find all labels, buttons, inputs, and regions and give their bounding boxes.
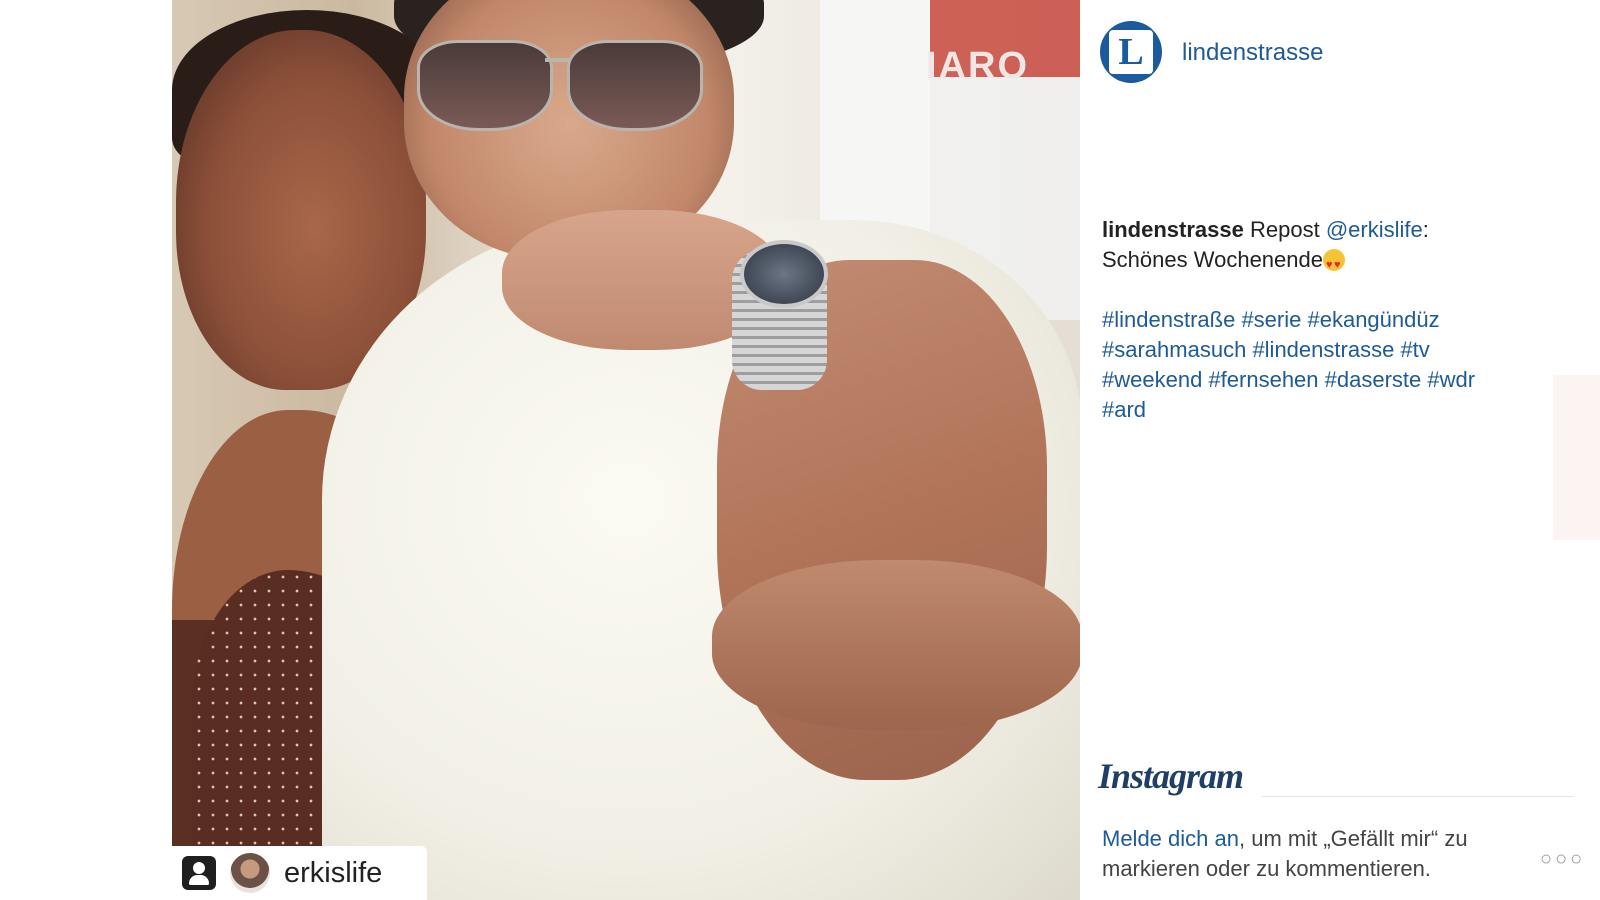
account-username[interactable]: lindenstrasse [1182, 39, 1323, 67]
repost-credit[interactable]: erkislife [172, 846, 427, 900]
post-side-panel: L lindenstrasse lindenstrasse Repost @er… [1080, 0, 1600, 900]
hashtag-link[interactable]: #tv [1400, 337, 1429, 362]
caption-text: Schönes Wochenende [1102, 247, 1323, 272]
wristwatch [732, 240, 828, 390]
hashtag-link[interactable]: #serie [1241, 307, 1301, 332]
background-sign-text: IARO [926, 45, 1029, 87]
hashtag-link[interactable]: #weekend [1102, 367, 1202, 392]
account-avatar[interactable]: L [1100, 21, 1162, 83]
hashtag-line: #weekend #fernsehen #daserste #wdr [1102, 365, 1552, 395]
hashtag-link[interactable]: #lindenstraße [1102, 307, 1235, 332]
forearm [712, 560, 1080, 730]
caption-line-1: lindenstrasse Repost @erkislife: [1102, 215, 1552, 245]
hashtag-link[interactable]: #ard [1102, 397, 1146, 422]
heart-eyes-emoji-icon [1322, 249, 1345, 280]
login-link[interactable]: Melde dich an [1102, 826, 1239, 851]
hashtag-line: #lindenstraße #serie #ekangündüz [1102, 305, 1552, 335]
caption-username[interactable]: lindenstrasse [1102, 217, 1244, 242]
watch-face [740, 240, 828, 308]
hashtag-link[interactable]: #lindenstrasse [1252, 337, 1394, 362]
more-options-icon[interactable]: ○○○ [1540, 848, 1585, 871]
sunglasses-lens-left [417, 40, 553, 131]
caption-colon: : [1422, 217, 1429, 242]
instagram-logo[interactable]: Instagram [1098, 755, 1244, 797]
divider [1262, 796, 1574, 797]
caption-repost-text: Repost [1249, 217, 1320, 242]
hashtag-link[interactable]: #sarahmasuch [1102, 337, 1246, 362]
hashtag-line: #ard [1102, 395, 1552, 425]
repost-user-icon [182, 856, 216, 890]
credit-avatar [230, 853, 270, 893]
post-photo[interactable]: IARO erkislife [172, 0, 1080, 900]
sunglasses-lens-right [567, 40, 703, 131]
hashtag-link[interactable]: #daserste [1325, 367, 1422, 392]
hashtag-link[interactable]: #wdr [1427, 367, 1475, 392]
side-scroll-rail[interactable] [1553, 375, 1600, 540]
hashtag-line: #sarahmasuch #lindenstrasse #tv [1102, 335, 1552, 365]
credit-username[interactable]: erkislife [284, 857, 382, 890]
login-prompt: Melde dich an, um mit „Gefällt mir“ zu m… [1102, 824, 1522, 884]
hashtags: #lindenstraße #serie #ekangündüz #sarahm… [1102, 305, 1552, 425]
hashtag-link[interactable]: #fernsehen [1208, 367, 1318, 392]
caption-line-2: Schönes Wochenende [1102, 245, 1552, 280]
sunglasses [417, 40, 717, 131]
caption-mention-link[interactable]: @erkislife [1326, 217, 1423, 242]
hashtag-link[interactable]: #ekangündüz [1307, 307, 1439, 332]
account-avatar-letter: L [1109, 30, 1153, 74]
post-caption: lindenstrasse Repost @erkislife: Schönes… [1102, 215, 1552, 425]
